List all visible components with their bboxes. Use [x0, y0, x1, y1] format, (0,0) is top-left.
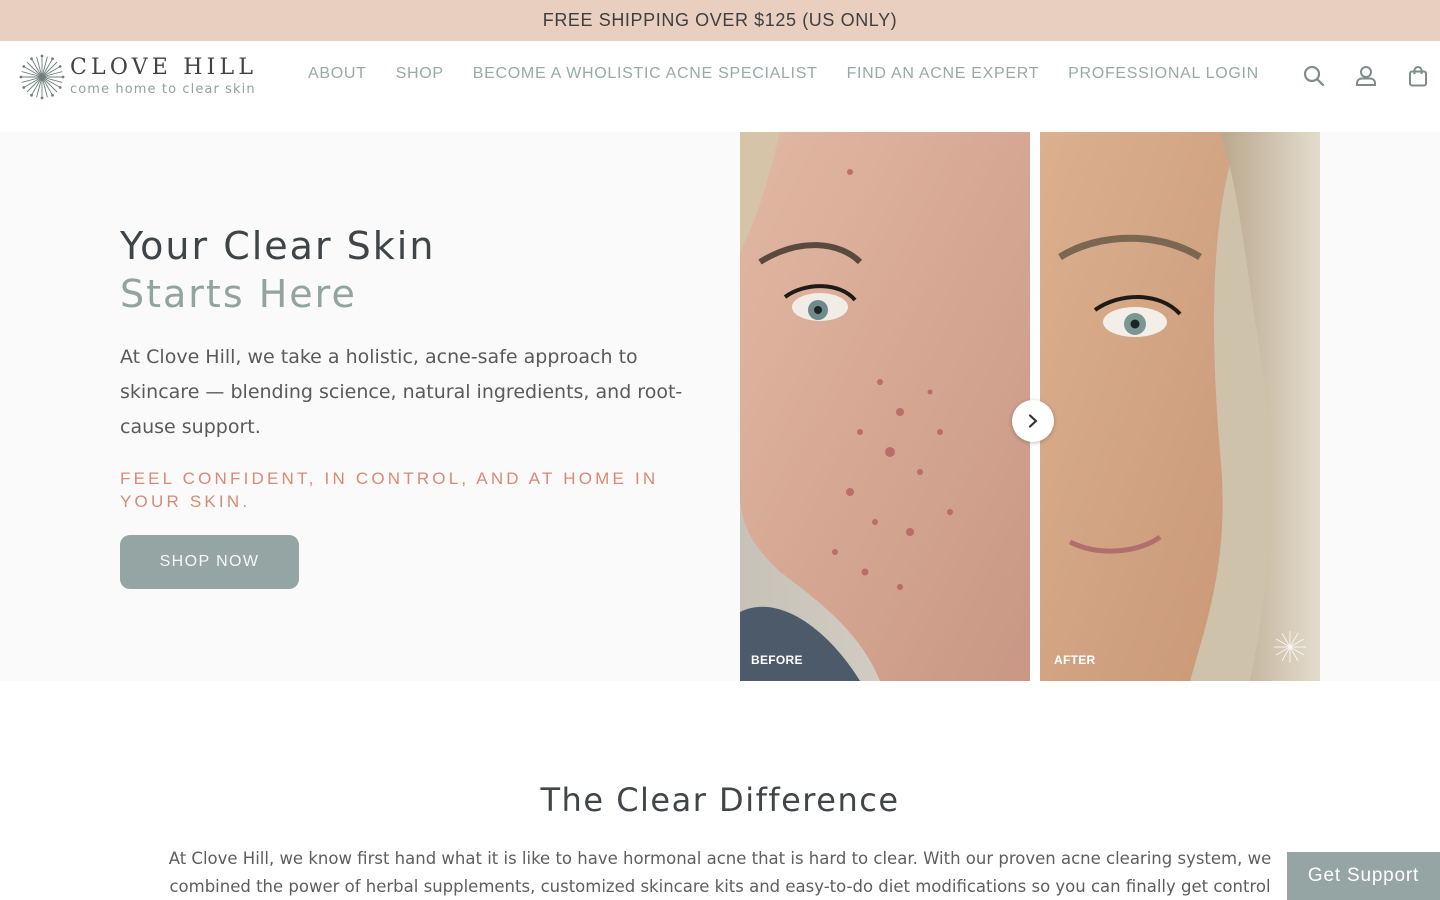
- hero-copy: Your Clear Skin Starts Here At Clove Hil…: [120, 222, 700, 589]
- header-icons: [1300, 62, 1432, 90]
- section-body: At Clove Hill, we know first hand what i…: [168, 849, 1272, 896]
- nav-about[interactable]: ABOUT: [308, 65, 367, 83]
- nav-find-expert[interactable]: FIND AN ACNE EXPERT: [847, 65, 1040, 83]
- hero-tagline: FEEL CONFIDENT, IN CONTROL, AND AT HOME …: [120, 469, 659, 511]
- account-icon[interactable]: [1352, 62, 1380, 90]
- site-header: CLOVE HILL come home to clear skin ABOUT…: [0, 41, 1440, 132]
- announcement-bar: FREE SHIPPING OVER $125 (US ONLY): [0, 0, 1440, 41]
- cart-icon[interactable]: [1404, 62, 1432, 90]
- before-after-slider[interactable]: BEFORE AFTER: [740, 132, 1320, 681]
- hero-section: Your Clear Skin Starts Here At Clove Hil…: [0, 132, 1440, 681]
- dandelion-watermark-icon: [1274, 631, 1306, 663]
- dandelion-logo-icon: [19, 54, 65, 100]
- hero-body: At Clove Hill, we take a holistic, acne-…: [120, 346, 683, 438]
- nav-shop[interactable]: SHOP: [396, 65, 444, 83]
- logo-link[interactable]: CLOVE HILL come home to clear skin: [18, 52, 278, 102]
- get-support-button[interactable]: Get Support: [1287, 852, 1440, 900]
- nav-become-specialist[interactable]: BECOME A WHOLISTIC ACNE SPECIALIST: [473, 65, 818, 83]
- shop-now-button[interactable]: SHOP NOW: [120, 535, 299, 589]
- main-nav: ABOUT SHOP BECOME A WHOLISTIC ACNE SPECI…: [308, 65, 1288, 83]
- chevron-right-icon[interactable]: [1012, 400, 1054, 442]
- section-title: The Clear Difference: [540, 781, 900, 819]
- after-label: AFTER: [1054, 653, 1096, 667]
- search-icon[interactable]: [1300, 62, 1328, 90]
- logo-name: CLOVE HILL: [70, 55, 258, 80]
- hero-title: Your Clear Skin Starts Here: [120, 222, 700, 318]
- clear-difference-section: The Clear Difference At Clove Hill, we k…: [0, 681, 1440, 900]
- announcement-text: FREE SHIPPING OVER $125 (US ONLY): [542, 10, 898, 30]
- nav-professional-login[interactable]: PROFESSIONAL LOGIN: [1068, 65, 1259, 83]
- before-label: BEFORE: [751, 653, 803, 667]
- logo-tagline: come home to clear skin: [70, 82, 256, 97]
- hero-title-line1: Your Clear Skin: [120, 224, 436, 268]
- hero-title-line2: Starts Here: [120, 272, 357, 316]
